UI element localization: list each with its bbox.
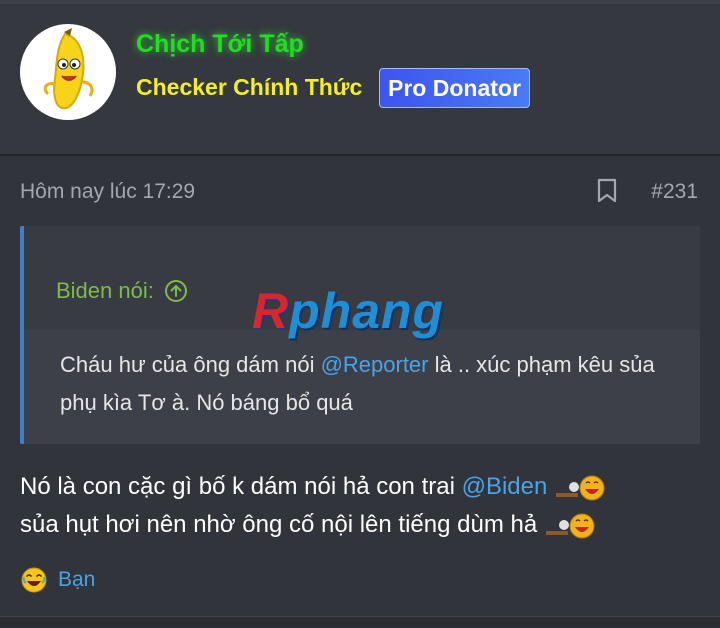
post-message: Nó là con cặc gì bố k dám nói hả con tra… (20, 468, 710, 544)
quote-block: Biden nói: Rphang Cháu hư của ông dám nó… (20, 226, 700, 444)
laughing-emoji-icon[interactable] (20, 566, 48, 594)
arrow-up-circle-icon[interactable] (164, 279, 188, 303)
reaction-user-label[interactable]: Bạn (58, 568, 95, 592)
message-text-2: sủa hụt hơi nên nhờ ông cố nội lên tiếng… (20, 511, 538, 538)
watermark-r: R (252, 283, 290, 339)
bottom-divider (0, 616, 720, 628)
pro-donator-badge: Pro Donator (379, 68, 530, 108)
post-timestamp[interactable]: Hôm nay lúc 17:29 (20, 180, 195, 204)
user-title: Checker Chính Thức (136, 74, 363, 100)
message-text-1: Nó là con cặc gì bố k dám nói hả con tra… (20, 473, 462, 500)
post-meta: Hôm nay lúc 17:29 #231 (0, 156, 720, 226)
rolling-laugh-smiley-icon (554, 473, 606, 503)
rolling-laugh-smiley-icon (544, 511, 596, 541)
post-author-header: Chịch Tới Tấp Checker Chính Thức Pro Don… (0, 4, 720, 156)
quote-attribution[interactable]: Biden nói: (56, 278, 188, 304)
quote-text-1: Cháu hư của ông dám nói (60, 352, 321, 377)
mention-reporter[interactable]: @Reporter (321, 352, 429, 377)
quote-author[interactable]: Biden nói: (56, 278, 154, 304)
watermark-rest: phang (289, 283, 445, 339)
mention-biden[interactable]: @Biden (462, 473, 548, 500)
username[interactable]: Chịch Tới Tấp (136, 30, 304, 59)
rphang-watermark: Rphang (252, 282, 444, 340)
banana-avatar-icon[interactable] (20, 24, 116, 120)
reaction-bar[interactable]: Bạn (20, 566, 95, 594)
quote-body: Cháu hư của ông dám nói @Reporter là .. … (60, 346, 680, 422)
post-number[interactable]: #231 (651, 180, 698, 204)
bookmark-icon[interactable] (596, 178, 618, 204)
